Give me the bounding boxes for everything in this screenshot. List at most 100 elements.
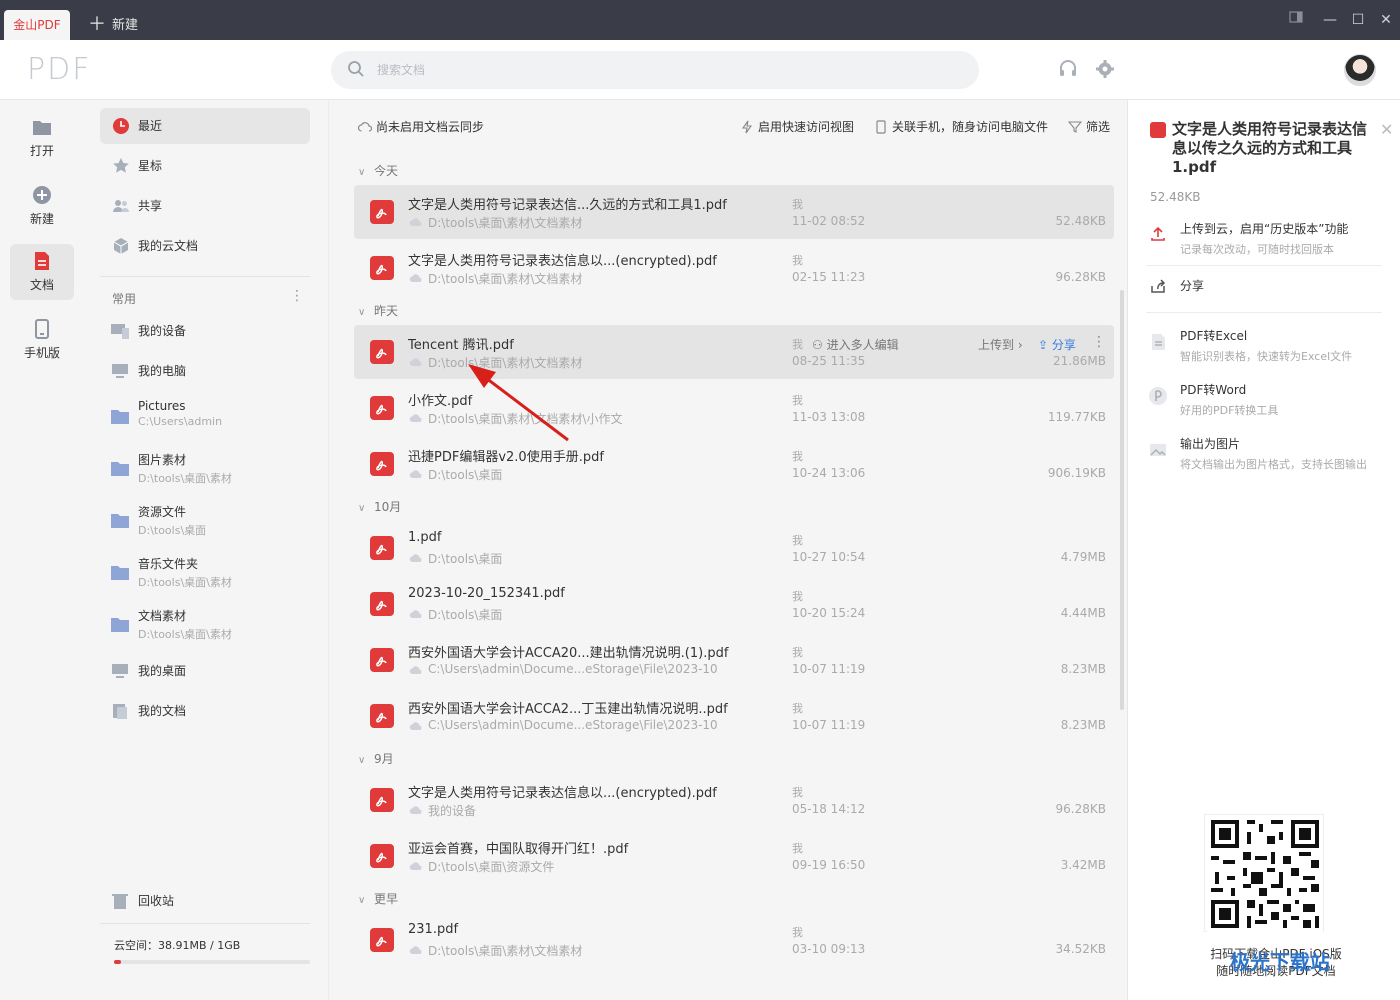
file-date: 11-03 13:08 xyxy=(792,410,866,424)
share-action[interactable]: 分享 xyxy=(1180,277,1390,294)
file-row[interactable]: 231.pdf D:\tools\桌面\素材\文档素材 我 03-10 09:13 34… xyxy=(354,913,1114,967)
file-date: 10-07 11:19 xyxy=(792,718,866,732)
file-path: 我的设备 xyxy=(428,804,477,818)
file-size: 96.28KB xyxy=(1055,802,1106,816)
nav-item-starred[interactable]: 星标 xyxy=(100,148,310,184)
group-header-october[interactable]: ∨ 10月 xyxy=(358,498,401,515)
location-resources[interactable]: 资源文件 D:\tools\桌面 xyxy=(100,503,310,538)
file-row[interactable]: 文字是人类用符号记录表达信息以...(encrypted).pdf 我的设备 我 05… xyxy=(354,773,1114,827)
header: PDF xyxy=(0,40,1400,100)
nav-panel: 最近 星标 共享 我的云文档 常用 ⋮ 我的设备 我的电脑 Pictures C… xyxy=(84,100,329,1000)
file-row[interactable]: 文字是人类用符号记录表达信...久远的方式和工具1.pdf D:\tools\桌面… xyxy=(354,185,1114,239)
nav-section-title: 常用 xyxy=(112,292,137,306)
rail-mobile[interactable]: 手机版 xyxy=(10,312,74,368)
search-input[interactable] xyxy=(377,59,937,81)
file-owner: 我 xyxy=(792,786,803,799)
filter-label: 筛选 xyxy=(1086,120,1111,134)
location-music[interactable]: 音乐文件夹 D:\tools\桌面\素材 xyxy=(100,555,310,590)
rail-open[interactable]: 打开 xyxy=(10,110,74,166)
cloud-space-text: 云空间：38.91MB / 1GB xyxy=(114,939,241,952)
location-doc-assets[interactable]: 文档素材 D:\tools\桌面\素材 xyxy=(100,607,310,642)
location-my-documents[interactable]: 我的文档 xyxy=(100,702,310,719)
share-button[interactable]: ⇪ 分享 xyxy=(1038,336,1076,353)
filter-icon xyxy=(1068,121,1082,133)
cloud-sync-status[interactable]: 尚未启用文档云同步 xyxy=(358,118,484,135)
nav-item-recent[interactable]: 最近 xyxy=(100,108,310,144)
file-row[interactable]: Tencent 腾讯.pdf D:\tools\桌面\素材\文档素材 我 08-25 … xyxy=(354,325,1114,379)
user-avatar[interactable] xyxy=(1344,54,1376,86)
location-label: Pictures xyxy=(138,399,186,413)
group-header-september[interactable]: ∨ 9月 xyxy=(358,750,394,767)
location-label: 资源文件 xyxy=(138,505,187,519)
tool-title: 输出为图片 xyxy=(1180,437,1241,451)
group-header-earlier[interactable]: ∨ 更早 xyxy=(358,890,398,907)
file-size: 119.77KB xyxy=(1047,410,1106,424)
scrollbar[interactable] xyxy=(1120,290,1124,710)
location-my-computer[interactable]: 我的电脑 xyxy=(100,362,310,379)
file-path: D:\tools\桌面\资源文件 xyxy=(428,860,555,874)
upload-history-version[interactable]: 上传到云，启用“历史版本”功能 记录每次改动，可随时找回版本 xyxy=(1180,220,1390,257)
lightning-icon xyxy=(741,120,753,134)
rail-label: 文档 xyxy=(29,278,54,292)
rail-new[interactable]: 新建 xyxy=(10,178,74,234)
file-owner: 我 xyxy=(792,534,803,547)
nav-item-shared[interactable]: 共享 xyxy=(100,188,310,224)
more-options-icon[interactable]: ⋮ xyxy=(290,288,304,304)
quick-view-button[interactable]: 启用快速访问视图 xyxy=(740,118,854,135)
multi-edit-button[interactable]: ⚇ 进入多人编辑 xyxy=(812,336,899,353)
tool-export-image[interactable]: 输出为图片 将文档输出为图片格式，支持长图输出 xyxy=(1180,435,1390,472)
file-owner: 我 xyxy=(792,198,803,211)
close-panel-icon[interactable]: ✕ xyxy=(1380,120,1393,139)
settings-gear-icon[interactable] xyxy=(1094,58,1116,80)
search-box[interactable] xyxy=(331,51,979,89)
location-my-devices[interactable]: 我的设备 xyxy=(100,322,310,339)
file-row[interactable]: 2023-10-20_152341.pdf D:\tools\桌面 我 10-20 1… xyxy=(354,577,1114,631)
share-icon: ⇪ xyxy=(1038,338,1052,352)
file-date: 09-19 16:50 xyxy=(792,858,866,872)
close-window-button[interactable]: ✕ xyxy=(1376,10,1396,30)
file-row[interactable]: 亚运会首赛，中国队取得开门红！.pdf D:\tools\桌面\资源文件 我 09-1… xyxy=(354,829,1114,883)
new-tab-button[interactable]: ＋ 新建 xyxy=(88,10,138,40)
file-row[interactable]: 西安外国语大学会计ACCA2...丁玉建出轨情况说明..pdf C:\Users\… xyxy=(354,689,1114,743)
file-name: 文字是人类用符号记录表达信...久远的方式和工具1.pdf xyxy=(408,198,727,213)
recycle-bin[interactable]: 回收站 xyxy=(100,892,310,909)
file-date: 03-10 09:13 xyxy=(792,942,866,956)
location-label: 图片素材 xyxy=(138,453,187,467)
location-image-assets[interactable]: 图片素材 D:\tools\桌面\素材 xyxy=(100,451,310,486)
location-pictures[interactable]: Pictures C:\Users\admin xyxy=(100,399,310,428)
group-header-yesterday[interactable]: ∨ 昨天 xyxy=(358,302,398,319)
download-qr-code xyxy=(1204,814,1324,932)
rail-documents[interactable]: 文档 xyxy=(10,244,74,300)
app-tab[interactable]: 金山PDF xyxy=(4,10,70,40)
cloud-status-icon xyxy=(409,666,422,674)
trash-icon xyxy=(112,894,128,909)
upload-to-button[interactable]: 上传到 › xyxy=(978,336,1023,353)
sidebar-toggle-icon[interactable] xyxy=(1286,10,1306,30)
location-path: D:\tools\桌面\素材 xyxy=(138,576,232,589)
headset-icon[interactable] xyxy=(1057,58,1079,80)
location-desktop[interactable]: 我的桌面 xyxy=(100,662,310,679)
file-row[interactable]: 迅捷PDF编辑器v2.0使用手册.pdf D:\tools\桌面 我 10-24 13… xyxy=(354,437,1114,491)
location-label: 我的文档 xyxy=(138,704,187,718)
file-row[interactable]: 小作文.pdf D:\tools\桌面\素材\文档素材\小作文 我 11-03 13:… xyxy=(354,381,1114,435)
maximize-button[interactable]: ☐ xyxy=(1348,10,1368,30)
desktop-icon xyxy=(112,664,128,678)
file-row[interactable]: 1.pdf D:\tools\桌面 我 10-27 10:54 4.79MB xyxy=(354,521,1114,575)
app-logo: PDF xyxy=(27,52,92,87)
chevron-down-icon: ∨ xyxy=(358,503,366,514)
pdf-file-icon xyxy=(370,844,394,868)
link-phone-button[interactable]: 关联手机，随身访问电脑文件 xyxy=(874,118,1048,135)
file-path: D:\tools\桌面 xyxy=(428,608,503,622)
tool-pdf-to-excel[interactable]: PDF转Excel 智能识别表格，快速转为Excel文件 xyxy=(1180,327,1390,364)
file-row[interactable]: 西安外国语大学会计ACCA20...建出轨情况说明.(1).pdf C:\User… xyxy=(354,633,1114,687)
more-options-icon[interactable]: ⋮ xyxy=(1092,334,1106,350)
nav-item-cloud-docs[interactable]: 我的云文档 xyxy=(100,228,310,264)
minimize-button[interactable]: — xyxy=(1320,10,1340,30)
file-row[interactable]: 文字是人类用符号记录表达信息以...(encrypted).pdf D:\tool… xyxy=(354,241,1114,295)
chevron-down-icon: ∨ xyxy=(358,167,366,178)
filter-button[interactable]: 筛选 xyxy=(1068,118,1110,135)
file-list-area: 尚未启用文档云同步 启用快速访问视图 关联手机，随身访问电脑文件 筛选 ∨ 今天 … xyxy=(330,100,1126,1000)
location-label: 我的设备 xyxy=(138,324,187,338)
group-header-today[interactable]: ∨ 今天 xyxy=(358,162,398,179)
tool-pdf-to-word[interactable]: PDF转Word 好用的PDF转换工具 xyxy=(1180,381,1390,418)
